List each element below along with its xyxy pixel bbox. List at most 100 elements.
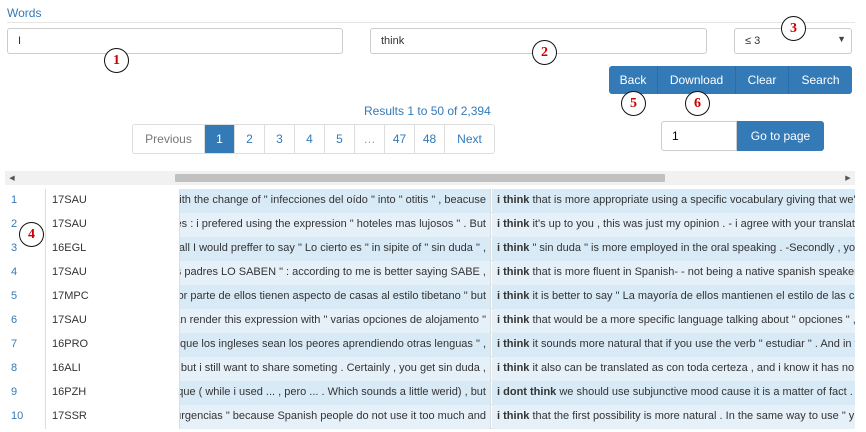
keyword-word1: i [497,386,501,398]
right-context-text: it sounds more natural that if you use t… [532,338,855,350]
search-button[interactable]: Search [789,66,852,94]
keyword-word2: think [503,290,530,302]
right-context-text: we should use subjunctive mood cause it … [559,386,855,398]
table-row[interactable]: 2 17SAU les : i prefered using the express… [5,213,855,237]
row-index[interactable]: 4 [5,261,46,285]
row-code: 17SAU [46,189,180,213]
row-index[interactable]: 8 [5,357,46,381]
word1-input[interactable] [7,28,343,54]
annotation-marker-3: 3 [781,16,806,41]
row-code: 16ALI [46,357,180,381]
pagination-page-48[interactable]: 48 [415,125,445,153]
right-context: i think that the first possibility is mo… [492,405,855,429]
right-context-text: " sin duda " is more employed in the ora… [532,242,855,254]
left-context: , but i still want to share someting . C… [180,357,491,381]
row-index[interactable]: 10 [5,405,46,429]
keyword-word1: i [497,194,501,206]
keyword-word2: think [503,242,530,254]
row-index[interactable]: 9 [5,381,46,405]
scrollbar-thumb[interactable] [175,174,665,182]
left-context: urgencias " because Spanish people do no… [180,405,491,429]
keyword-word1: i [497,410,501,422]
pagination-page-1[interactable]: 1 [205,125,235,153]
left-context-text: urgencias " because Spanish people do no… [180,410,486,422]
words-section-label: Words [7,6,42,20]
keyword-word1: i [497,338,501,350]
scroll-left-arrow-icon[interactable]: ◀ [5,171,19,185]
table-row[interactable]: 4 17SAU os padres LO SABEN " : according t… [5,261,855,285]
pagination-page-5[interactable]: 5 [325,125,355,153]
distance-select-value: ≤ 3 [745,35,761,47]
pagination: Previous 1 2 3 4 5 … 47 48 Next [132,124,495,154]
keyword-word2: think [503,338,530,350]
keyword-word2: think [503,194,530,206]
back-button[interactable]: Back [609,66,658,94]
concordance-table: 1 17SAU with the change of " infecciones d… [5,189,855,432]
pagination-page-4[interactable]: 4 [295,125,325,153]
goto-page-input[interactable] [661,121,737,151]
right-context: i think " sin duda " is more employed in… [492,237,855,261]
left-context-text: yor parte de ellos tienen aspecto de cas… [180,290,486,302]
left-context-text: , but i still want to share someting . C… [180,362,486,374]
pagination-page-47[interactable]: 47 [385,125,415,153]
download-button[interactable]: Download [658,66,736,94]
goto-page-button[interactable]: Go to page [737,121,824,151]
table-row[interactable]: 5 17MPC yor parte de ellos tienen aspecto … [5,285,855,309]
right-context: i think it's up to you , this was just m… [492,213,855,237]
left-context: os padres LO SABEN " : according to me i… [180,261,491,285]
right-context: i think it sounds more natural that if y… [492,333,855,357]
pagination-page-3[interactable]: 3 [265,125,295,153]
horizontal-scrollbar[interactable]: ◀ ▶ [5,171,855,185]
row-code: 17SAU [46,213,180,237]
annotation-marker-2: 2 [532,40,557,65]
row-index[interactable]: 1 [5,189,46,213]
annotation-marker-6: 6 [685,91,710,116]
keyword-word2: think [503,218,530,230]
row-code: 17MPC [46,285,180,309]
right-context: i think it is better to say " La mayoría… [492,285,855,309]
results-count: Results 1 to 50 of 2,394 [364,104,491,118]
table-row[interactable]: 7 16PRO que los ingleses sean los peores a… [5,333,855,357]
clear-button[interactable]: Clear [736,66,789,94]
row-index[interactable]: 5 [5,285,46,309]
row-code: 17SAU [46,309,180,333]
pagination-next[interactable]: Next [445,125,494,153]
keyword-word1: i [497,242,501,254]
table-row[interactable]: 1 17SAU with the change of " infecciones d… [5,189,855,213]
row-index[interactable]: 6 [5,309,46,333]
keyword-word2: dont think [503,386,557,398]
keyword-word1: i [497,218,501,230]
row-index[interactable]: 7 [5,333,46,357]
right-context-text: that is more fluent in Spanish- - not be… [532,266,855,278]
table-row[interactable]: 9 16PZH inque ( while i used ... , pero ..… [5,381,855,405]
left-context-text: les : i prefered using the expression " … [180,218,486,230]
caret-down-icon: ▼ [837,34,846,44]
pagination-page-2[interactable]: 2 [235,125,265,153]
left-context: yor parte de ellos tienen aspecto de cas… [180,285,491,309]
left-context: with the change of " infecciones del oíd… [180,189,491,213]
keyword-word1: i [497,266,501,278]
left-context: an render this expression with " varias … [180,309,491,333]
table-row[interactable]: 6 17SAU an render this expression with " v… [5,309,855,333]
pagination-previous[interactable]: Previous [133,125,205,153]
keyword-word2: think [503,266,530,278]
section-divider [7,22,855,23]
table-row[interactable]: 10 17SSR urgencias " because Spanish peopl… [5,405,855,429]
scroll-right-arrow-icon[interactable]: ▶ [841,171,855,185]
left-context-text: an render this expression with " varias … [180,314,486,326]
left-context: que los ingleses sean los peores aprendi… [180,333,491,357]
right-context-text: that would be a more specific language t… [532,314,855,326]
row-code: 16PRO [46,333,180,357]
right-context-text: it is better to say " La mayoría de ello… [532,290,855,302]
right-context-text: that is more appropriate using a specifi… [532,194,855,206]
left-context: inque ( while i used ... , pero ... . Wh… [180,381,491,405]
right-context: i dont think we should use subjunctive m… [492,381,855,405]
keyword-word2: think [503,314,530,326]
left-context-text: f all I would preffer to say " Lo cierto… [180,242,486,254]
annotation-marker-4: 4 [19,222,44,247]
keyword-word1: i [497,290,501,302]
table-row[interactable]: 8 16ALI, but i still want to share someti… [5,357,855,381]
table-row[interactable]: 3 16EGL f all I would preffer to say " Lo … [5,237,855,261]
right-context-text: that the first possibility is more natur… [532,410,855,422]
left-context: les : i prefered using the expression " … [180,213,491,237]
